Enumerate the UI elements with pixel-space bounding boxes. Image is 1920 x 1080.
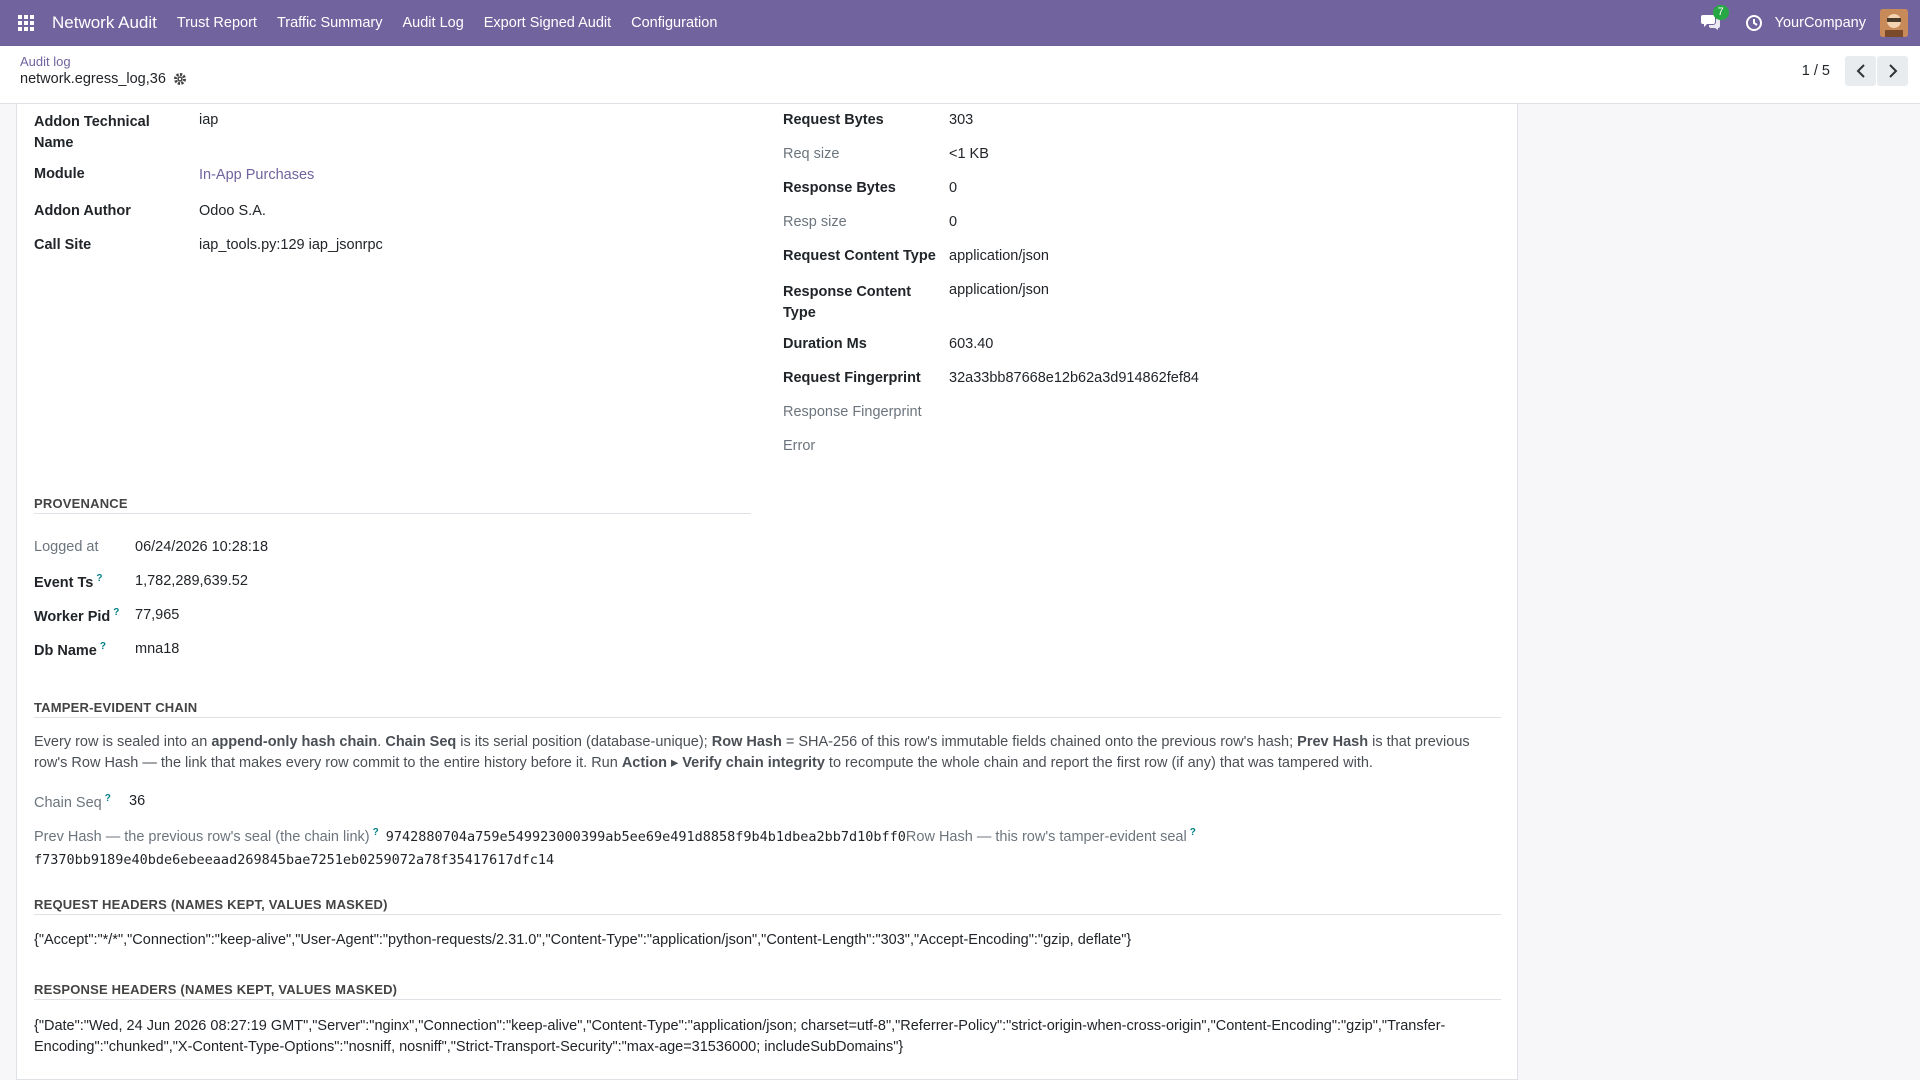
field-value-event-ts: 1,782,289,639.52	[135, 573, 248, 589]
field-label-prev-hash: Prev Hash — the previous row's seal (the…	[34, 828, 370, 845]
field-label-row-hash: Row Hash — this row's tamper-evident sea…	[905, 828, 1187, 845]
section-divider	[34, 513, 751, 514]
pager-value[interactable]: 1 / 5	[1802, 63, 1830, 79]
field-label-request-fingerprint: Request Fingerprint	[783, 370, 921, 386]
field-label-req-size: Req size	[783, 146, 840, 162]
clock-icon[interactable]	[1745, 14, 1763, 32]
field-label-worker-pid: Worker Pid?	[34, 607, 120, 625]
field-value-row-hash: f7370bb9189e40bde6ebeeaad269845bae7251eb…	[34, 852, 555, 868]
section-title-request-headers: REQUEST HEADERS (NAMES KEPT, VALUES MASK…	[34, 897, 388, 912]
help-icon[interactable]: ?	[96, 573, 102, 584]
pager-next-button[interactable]	[1877, 56, 1908, 86]
field-value-resp-size: 0	[949, 214, 958, 230]
field-value-duration-ms: 603.40	[949, 336, 994, 352]
pager-previous-button[interactable]	[1845, 56, 1876, 86]
field-value-response-content-type: application/json	[949, 282, 1049, 298]
chat-icon[interactable]: 7	[1700, 5, 1729, 33]
field-label-response-fingerprint: Response Fingerprint	[783, 404, 922, 420]
field-value-logged-at: 06/24/2026 10:28:18	[135, 539, 269, 555]
breadcrumb-audit-log[interactable]: Audit log	[20, 54, 71, 69]
field-label-addon-author: Addon Author	[34, 203, 131, 219]
field-label-call-site: Call Site	[34, 237, 92, 253]
field-value-addon-author: Odoo S.A.	[199, 203, 266, 219]
app-brand[interactable]: Network Audit	[52, 13, 157, 33]
record-name: network.egress_log,36	[20, 71, 166, 87]
field-label-db-name: Db Name?	[34, 641, 106, 659]
chain-hash-row: Prev Hash — the previous row's seal (the…	[34, 827, 1196, 845]
field-label-response-content-type: Response Content Type	[783, 284, 912, 321]
help-icon[interactable]: ?	[100, 641, 106, 652]
field-label-logged-at: Logged at	[34, 539, 99, 555]
top-navbar: Network Audit Trust Report Traffic Summa…	[0, 0, 1920, 46]
record-title: network.egress_log,36	[20, 71, 187, 87]
section-title-tamper-evident-chain: TAMPER-EVIDENT CHAIN	[34, 700, 198, 715]
field-value-request-fingerprint: 32a33bb87668e12b62a3d914862fef84	[949, 370, 1199, 386]
field-label-resp-size: Resp size	[783, 214, 847, 230]
field-value-worker-pid: 77,965	[135, 607, 180, 623]
section-title-provenance: PROVENANCE	[34, 496, 128, 511]
field-label-module: Module	[34, 166, 85, 182]
chain-description: Every row is sealed into an append-only …	[34, 734, 1470, 771]
section-divider	[34, 914, 1501, 915]
field-label-request-content-type: Request Content Type	[783, 248, 936, 264]
menu-configuration[interactable]: Configuration	[631, 15, 717, 31]
field-label-chain-seq: Chain Seq?	[34, 793, 111, 811]
chevron-left-icon	[1856, 64, 1865, 78]
field-value-chain-seq: 36	[129, 793, 146, 809]
request-headers-value: {"Accept":"*/*","Connection":"keep-alive…	[34, 932, 1132, 948]
field-label-request-bytes: Request Bytes	[783, 112, 884, 128]
apps-grid-icon[interactable]	[0, 0, 52, 46]
user-avatar[interactable]	[1880, 9, 1908, 37]
field-value-addon-technical-name: iap	[199, 112, 219, 128]
field-label-error: Error	[783, 438, 816, 454]
field-value-request-bytes: 303	[949, 112, 974, 128]
menu-trust-report[interactable]: Trust Report	[177, 15, 257, 31]
help-icon[interactable]: ?	[373, 827, 379, 838]
chevron-right-icon	[1888, 64, 1897, 78]
section-divider	[34, 999, 1501, 1000]
chat-count-badge: 7	[1712, 5, 1729, 20]
field-value-prev-hash: 9742880704a759e549923000399ab5ee69e491d8…	[385, 828, 906, 845]
help-icon[interactable]: ?	[1190, 827, 1196, 838]
form-sheet: Addon Technical Name iap Module In-App P…	[16, 104, 1518, 1080]
company-switcher[interactable]: YourCompany	[1775, 15, 1866, 31]
control-panel: Audit log network.egress_log,36 1 / 5	[0, 46, 1920, 104]
gear-icon[interactable]	[173, 72, 187, 86]
menu-traffic-summary[interactable]: Traffic Summary	[277, 15, 383, 31]
menu-export-signed-audit[interactable]: Export Signed Audit	[484, 15, 611, 31]
field-label-response-bytes: Response Bytes	[783, 180, 896, 196]
field-value-response-bytes: 0	[949, 180, 958, 196]
field-label-event-ts: Event Ts?	[34, 573, 103, 591]
field-value-call-site: iap_tools.py:129 iap_jsonrpc	[199, 237, 383, 253]
menu-audit-log[interactable]: Audit Log	[402, 15, 463, 31]
response-headers-value: {"Date":"Wed, 24 Jun 2026 08:27:19 GMT",…	[34, 1018, 1446, 1055]
section-title-response-headers: RESPONSE HEADERS (NAMES KEPT, VALUES MAS…	[34, 982, 398, 997]
field-label-duration-ms: Duration Ms	[783, 336, 867, 352]
field-value-db-name: mna18	[135, 641, 180, 657]
field-value-req-size: <1 KB	[949, 146, 989, 162]
field-value-module-link[interactable]: In-App Purchases	[199, 167, 314, 183]
field-label-addon-technical-name: Addon Technical Name	[34, 114, 150, 151]
help-icon[interactable]: ?	[113, 607, 119, 618]
section-divider	[34, 717, 1501, 718]
help-icon[interactable]: ?	[105, 793, 111, 804]
field-value-request-content-type: application/json	[949, 248, 1049, 264]
